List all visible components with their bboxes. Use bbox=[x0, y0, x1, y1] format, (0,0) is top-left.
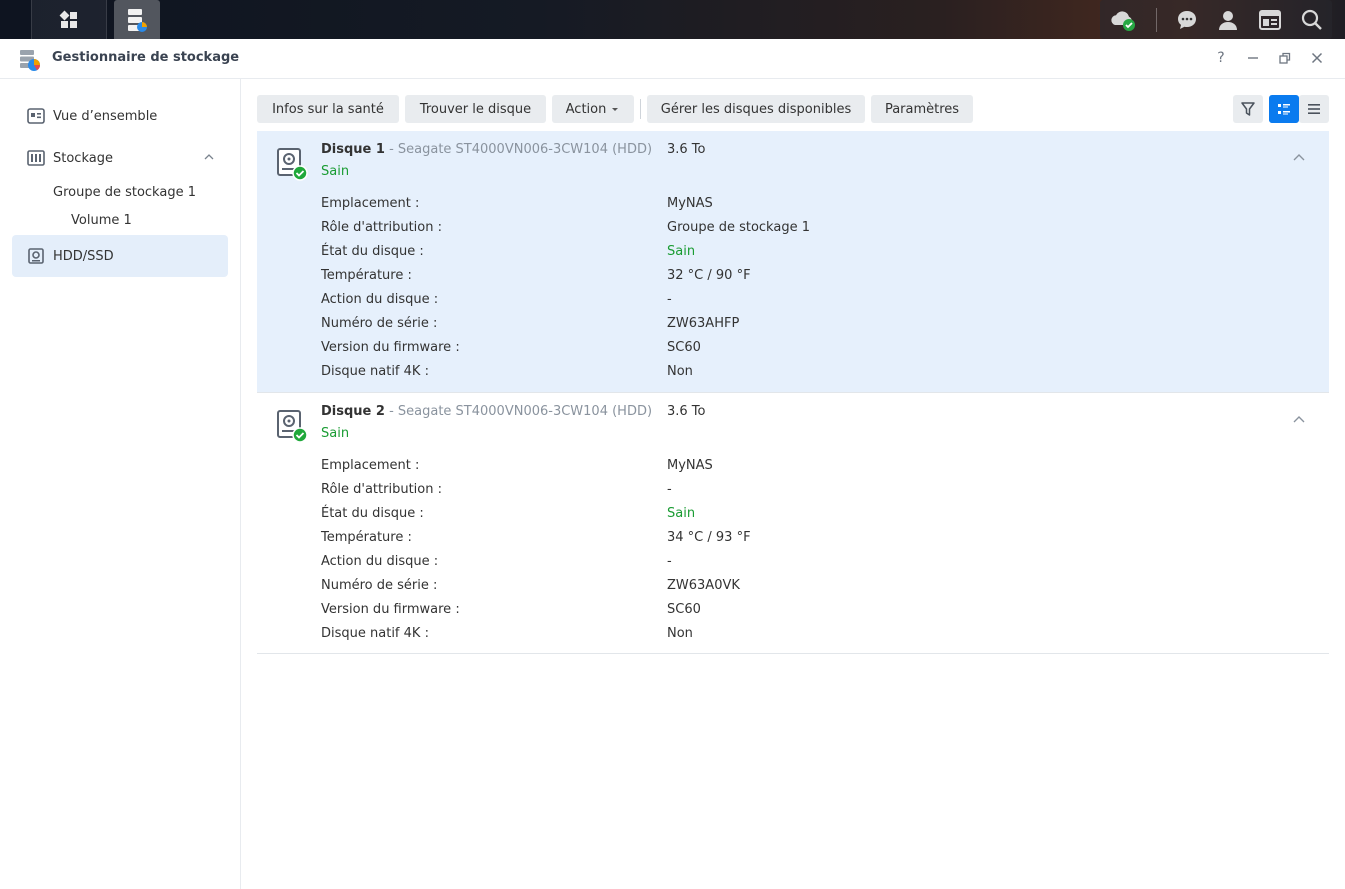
detail-list-icon bbox=[1278, 104, 1290, 115]
field-value: Sain bbox=[667, 506, 696, 521]
field-value: Groupe de stockage 1 bbox=[667, 220, 810, 235]
action-dropdown-label: Action bbox=[565, 101, 607, 117]
close-button[interactable] bbox=[1307, 48, 1327, 68]
field-label: Numéro de série : bbox=[321, 578, 438, 593]
disk-model: - Seagate ST4000VN006-3CW104 (HDD) bbox=[384, 142, 653, 157]
field-value: MyNAS bbox=[667, 458, 713, 473]
storage-manager-icon bbox=[128, 8, 147, 32]
field-label: Numéro de série : bbox=[321, 316, 438, 331]
chevron-up-icon[interactable] bbox=[1293, 153, 1305, 163]
taskbar-storage-manager[interactable] bbox=[114, 0, 160, 39]
field-value: - bbox=[667, 482, 672, 497]
field-label: Version du firmware : bbox=[321, 602, 460, 617]
disk-model: - Seagate ST4000VN006-3CW104 (HDD) bbox=[384, 404, 653, 419]
search-icon[interactable] bbox=[1301, 9, 1323, 31]
disk-status: Sain bbox=[321, 426, 350, 441]
disk-title: Disque 1 - Seagate ST4000VN006-3CW104 (H… bbox=[321, 142, 652, 157]
field-value: Non bbox=[667, 626, 693, 641]
chevron-up-icon[interactable] bbox=[204, 152, 214, 162]
field-label: État du disque : bbox=[321, 244, 424, 259]
field-value: SC60 bbox=[667, 340, 701, 355]
field-value: SC60 bbox=[667, 602, 701, 617]
chat-icon[interactable] bbox=[1176, 9, 1198, 31]
field-value: ZW63AHFP bbox=[667, 316, 740, 331]
taskbar-tray bbox=[1100, 0, 1332, 39]
hdd-healthy-icon bbox=[277, 148, 308, 181]
sidebar-item-label: HDD/SSD bbox=[53, 248, 114, 264]
user-icon[interactable] bbox=[1217, 9, 1239, 31]
restore-button[interactable] bbox=[1275, 48, 1295, 68]
sidebar: Vue d’ensemble Stockage Groupe de stocka… bbox=[0, 79, 241, 889]
list-icon bbox=[1308, 104, 1320, 114]
field-label: Action du disque : bbox=[321, 292, 439, 307]
main-menu-button[interactable] bbox=[31, 0, 107, 39]
field-value: MyNAS bbox=[667, 196, 713, 211]
storage-icon bbox=[27, 150, 45, 166]
filter-button[interactable] bbox=[1233, 95, 1263, 123]
storage-manager-window: Gestionnaire de stockage ? Vue d’ensembl… bbox=[0, 39, 1345, 889]
field-value: 32 °C / 90 °F bbox=[667, 268, 751, 283]
close-icon bbox=[1311, 52, 1323, 64]
field-label: Rôle d'attribution : bbox=[321, 220, 442, 235]
field-label: Température : bbox=[321, 530, 412, 545]
minimize-button[interactable] bbox=[1243, 48, 1263, 68]
disk-2-panel[interactable]: Disque 2 - Seagate ST4000VN006-3CW104 (H… bbox=[257, 393, 1329, 654]
disk-1-panel[interactable]: Disque 1 - Seagate ST4000VN006-3CW104 (H… bbox=[257, 131, 1329, 393]
disk-size: 3.6 To bbox=[667, 142, 706, 157]
manage-available-disks-button[interactable]: Gérer les disques disponibles bbox=[647, 95, 865, 123]
sidebar-item-storage[interactable]: Stockage bbox=[12, 139, 228, 177]
health-info-button[interactable]: Infos sur la santé bbox=[257, 95, 399, 123]
field-value: Non bbox=[667, 364, 693, 379]
field-label: Température : bbox=[321, 268, 412, 283]
disk-size: 3.6 To bbox=[667, 404, 706, 419]
window-titlebar: Gestionnaire de stockage ? bbox=[0, 39, 1345, 79]
restore-icon bbox=[1279, 52, 1291, 64]
minimize-icon bbox=[1248, 57, 1258, 59]
field-label: Version du firmware : bbox=[321, 340, 460, 355]
sidebar-item-label: Stockage bbox=[53, 150, 113, 166]
help-button[interactable]: ? bbox=[1211, 48, 1231, 68]
cloud-sync-icon[interactable] bbox=[1109, 7, 1137, 33]
field-value: - bbox=[667, 292, 672, 307]
help-icon: ? bbox=[1217, 50, 1225, 66]
disk-name: Disque 1 bbox=[321, 142, 385, 157]
field-label: Emplacement : bbox=[321, 458, 420, 473]
tray-separator bbox=[1156, 7, 1158, 32]
field-value: Sain bbox=[667, 244, 696, 259]
field-label: Action du disque : bbox=[321, 554, 439, 569]
field-label: Disque natif 4K : bbox=[321, 364, 429, 379]
storage-manager-app-icon bbox=[20, 50, 40, 71]
field-label: Disque natif 4K : bbox=[321, 626, 429, 641]
disk-title: Disque 2 - Seagate ST4000VN006-3CW104 (H… bbox=[321, 404, 652, 419]
list-view-button[interactable] bbox=[1299, 95, 1329, 123]
find-disk-button[interactable]: Trouver le disque bbox=[405, 95, 546, 123]
toolbar-divider bbox=[640, 99, 641, 119]
action-dropdown-button[interactable]: Action bbox=[552, 95, 634, 123]
widgets-icon[interactable] bbox=[1258, 9, 1282, 31]
grid-icon bbox=[59, 10, 77, 28]
settings-button[interactable]: Paramètres bbox=[871, 95, 973, 123]
field-label: Rôle d'attribution : bbox=[321, 482, 442, 497]
sidebar-item-volume-1[interactable]: Volume 1 bbox=[71, 213, 132, 228]
field-label: Emplacement : bbox=[321, 196, 420, 211]
taskbar bbox=[0, 0, 1345, 39]
detail-view-button[interactable] bbox=[1269, 95, 1299, 123]
sidebar-item-hdd-ssd[interactable]: HDD/SSD bbox=[12, 235, 228, 277]
field-label: État du disque : bbox=[321, 506, 424, 521]
disk-name: Disque 2 bbox=[321, 404, 385, 419]
caret-down-icon bbox=[612, 108, 619, 111]
sidebar-item-overview[interactable]: Vue d’ensemble bbox=[12, 97, 228, 135]
sidebar-item-storage-pool-1[interactable]: Groupe de stockage 1 bbox=[53, 185, 196, 200]
filter-icon bbox=[1241, 102, 1255, 116]
hdd-icon bbox=[28, 248, 44, 264]
window-title: Gestionnaire de stockage bbox=[52, 50, 240, 65]
chevron-up-icon[interactable] bbox=[1293, 415, 1305, 425]
hdd-healthy-icon bbox=[277, 410, 308, 443]
field-value: - bbox=[667, 554, 672, 569]
sidebar-item-label: Vue d’ensemble bbox=[53, 108, 158, 124]
field-value: ZW63A0VK bbox=[667, 578, 740, 593]
disk-status: Sain bbox=[321, 164, 350, 179]
field-value: 34 °C / 93 °F bbox=[667, 530, 751, 545]
overview-icon bbox=[27, 108, 45, 124]
